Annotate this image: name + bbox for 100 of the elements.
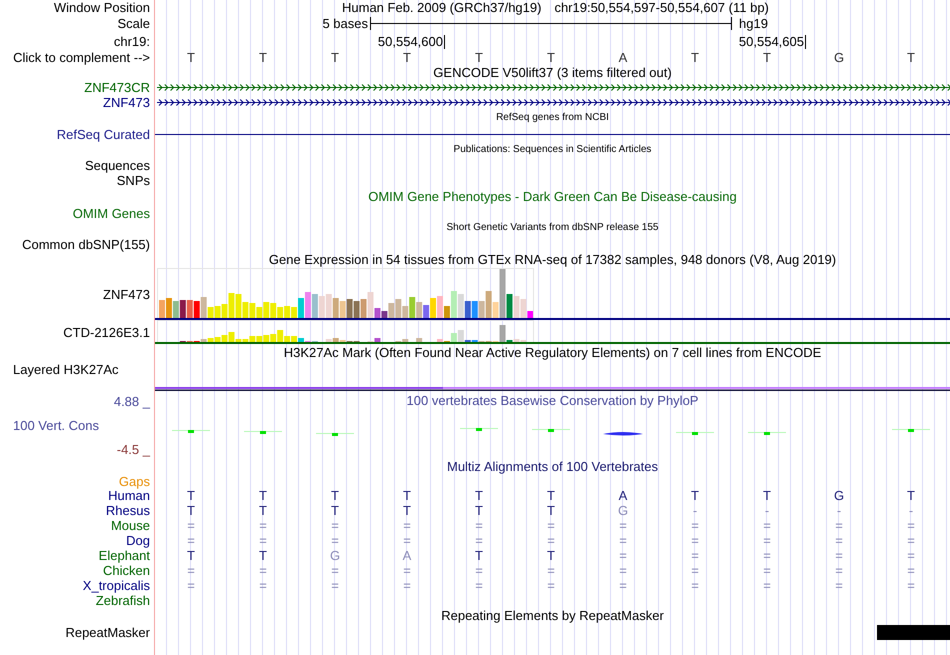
- position-text: chr19:50,554,597-50,554,607 (11 bp): [554, 0, 769, 14]
- species-label: Dog: [126, 533, 150, 548]
- track-title: Short Genetic Variants from dbSNP release 155: [446, 221, 658, 235]
- species-label: Zebrafish: [96, 593, 150, 608]
- aligned-base: T: [186, 548, 196, 562]
- track-label: RepeatMasker: [65, 624, 150, 640]
- track-title: Multiz Alignments of 100 Vertebrates: [446, 460, 658, 474]
- species-label: Elephant: [98, 548, 150, 563]
- gene-label: ZNF473: [103, 286, 150, 302]
- track-title: Publications: Sequences in Scientific Articles: [454, 143, 652, 157]
- gene-label: ZNF473: [103, 95, 150, 110]
- aligned-base: =: [690, 534, 700, 548]
- aligned-base: =: [474, 534, 484, 548]
- base-letter[interactable]: T: [659, 50, 731, 64]
- aligned-base: =: [330, 534, 340, 548]
- ruler-tick: [805, 35, 806, 49]
- aligned-base: =: [186, 534, 196, 548]
- aligned-base: T: [330, 488, 340, 502]
- species-label: Chicken: [103, 563, 150, 578]
- base-letter[interactable]: T: [515, 50, 587, 64]
- aligned-base: =: [906, 518, 916, 532]
- assembly-label: hg19: [738, 15, 768, 33]
- aligned-base: =: [906, 534, 916, 548]
- axis-max-label: 4.88 _: [114, 394, 152, 409]
- aligned-base: =: [402, 578, 412, 592]
- track-title: OMIM Gene Phenotypes - Dark Green Can Be Disease-causing: [368, 190, 737, 204]
- aligned-base: T: [258, 548, 268, 562]
- aligned-base: T: [474, 548, 484, 562]
- aligned-base: T: [474, 488, 484, 502]
- axis-min-label: -4.5 _: [116, 442, 152, 457]
- track-label: chr19:: [114, 34, 150, 48]
- species-label: Human: [108, 488, 150, 503]
- aligned-base: T: [402, 504, 412, 518]
- aligned-base: T: [546, 504, 556, 518]
- aligned-base: T: [690, 488, 700, 502]
- aligned-base: =: [402, 564, 412, 578]
- aligned-base: =: [834, 518, 844, 532]
- aligned-base: =: [618, 564, 628, 578]
- aligned-base: =: [762, 518, 772, 532]
- scale-length: 5 bases: [322, 14, 369, 33]
- base-letter[interactable]: A: [587, 50, 659, 64]
- aligned-base: =: [546, 534, 556, 548]
- aligned-base: =: [762, 534, 772, 548]
- track-label: Scale: [117, 16, 150, 31]
- species-label: Rhesus: [106, 503, 150, 518]
- aligned-base: =: [618, 548, 628, 562]
- aligned-base: A: [402, 548, 412, 562]
- assembly-text: Human Feb. 2009 (GRCh37/hg19): [342, 0, 542, 14]
- aligned-base: T: [546, 488, 556, 502]
- aligned-base: =: [258, 534, 268, 548]
- aligned-base: T: [258, 488, 268, 502]
- aligned-base: =: [186, 518, 196, 532]
- ruler-coordinate: 50,554,605: [738, 35, 805, 49]
- aligned-base: T: [186, 488, 196, 502]
- aligned-base: -: [908, 504, 914, 518]
- aligned-base: =: [258, 578, 268, 592]
- aligned-base: -: [692, 504, 698, 518]
- track-label: SNPs: [116, 172, 150, 188]
- aligned-base: =: [618, 534, 628, 548]
- ruler-tick: [444, 35, 445, 49]
- base-letter[interactable]: T: [875, 50, 947, 64]
- aligned-base: T: [906, 488, 916, 502]
- aligned-base: =: [186, 564, 196, 578]
- base-letter[interactable]: T: [299, 50, 371, 64]
- aligned-base: -: [836, 504, 842, 518]
- base-letter[interactable]: T: [155, 50, 227, 64]
- aligned-base: A: [618, 488, 628, 502]
- track-label: Gaps: [118, 474, 150, 488]
- aligned-base: =: [330, 518, 340, 532]
- aligned-base: G: [832, 488, 846, 502]
- aligned-base: T: [546, 548, 556, 562]
- base-letter[interactable]: T: [443, 50, 515, 64]
- track-title: H3K27Ac Mark (Often Found Near Active Regulatory Elements) on 7 cell lines from ENCODE: [284, 346, 822, 360]
- track-label: Layered H3K27Ac: [13, 362, 119, 377]
- aligned-base: =: [906, 578, 916, 592]
- aligned-base: =: [834, 564, 844, 578]
- base-letter[interactable]: T: [731, 50, 803, 64]
- track-label: Window Position: [54, 0, 150, 15]
- track-label: RefSeq Curated: [56, 126, 150, 142]
- track-title: Gene Expression in 54 tissues from GTEx RNA-seq of 17382 samples, 948 donors (V8, Aug 2019): [268, 253, 836, 267]
- base-letter[interactable]: T: [371, 50, 443, 64]
- aligned-base: T: [186, 504, 196, 518]
- aligned-base: =: [690, 548, 700, 562]
- aligned-base: =: [474, 518, 484, 532]
- track-title: GENCODE V50lift37 (3 items filtered out): [433, 66, 672, 80]
- aligned-base: G: [328, 548, 342, 562]
- aligned-base: =: [834, 578, 844, 592]
- track-title: 100 vertebrates Basewise Conservation by PhyloP: [406, 394, 698, 408]
- track-label: OMIM Genes: [72, 206, 150, 220]
- aligned-base: =: [258, 564, 268, 578]
- base-letter[interactable]: T: [227, 50, 299, 64]
- track-title: RefSeq genes from NCBI: [496, 111, 609, 125]
- track-label: Sequences: [84, 158, 150, 172]
- aligned-base: =: [258, 518, 268, 532]
- base-letter[interactable]: G: [803, 50, 875, 64]
- track-label: Click to complement -->: [13, 50, 150, 65]
- aligned-base: T: [474, 504, 484, 518]
- ruler-coordinate: 50,554,600: [378, 35, 444, 49]
- aligned-base: =: [690, 518, 700, 532]
- track-label: Common dbSNP(155): [22, 236, 150, 252]
